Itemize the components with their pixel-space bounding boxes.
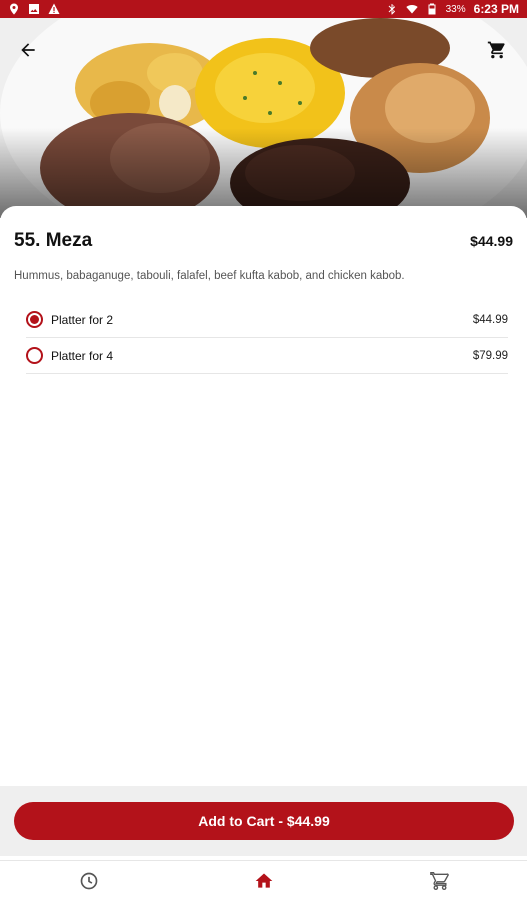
option-platter-for-4[interactable]: Platter for 4 $79.99 bbox=[26, 338, 508, 374]
add-to-cart-button[interactable]: Add to Cart - $44.99 bbox=[14, 802, 514, 840]
battery-icon bbox=[426, 3, 438, 15]
status-bar: 33% 6:23 PM bbox=[0, 0, 527, 18]
home-icon bbox=[255, 873, 273, 888]
warning-icon bbox=[48, 3, 60, 15]
image-icon bbox=[28, 3, 40, 15]
radio-selected-icon[interactable] bbox=[26, 311, 43, 328]
battery-level: 33% bbox=[445, 3, 466, 15]
status-time: 6:23 PM bbox=[473, 2, 519, 16]
tab-home[interactable] bbox=[254, 871, 274, 891]
bottom-navigation bbox=[0, 860, 527, 900]
option-label: Platter for 2 bbox=[51, 312, 114, 327]
size-options: Platter for 2 $44.99 Platter for 4 $79.9… bbox=[26, 302, 508, 374]
wifi-icon bbox=[405, 3, 418, 15]
back-button[interactable] bbox=[14, 36, 42, 64]
cart-icon bbox=[487, 41, 505, 59]
arrow-left-icon bbox=[21, 43, 35, 57]
cart-button[interactable] bbox=[483, 36, 511, 64]
item-description: Hummus, babaganuge, tabouli, falafel, be… bbox=[14, 270, 405, 282]
clock-icon bbox=[80, 872, 98, 890]
item-title: 55. Meza bbox=[14, 230, 93, 251]
tab-cart[interactable] bbox=[430, 871, 450, 891]
item-header: 55. Meza $44.99 bbox=[14, 230, 513, 252]
option-platter-for-2[interactable]: Platter for 2 $44.99 bbox=[26, 302, 508, 338]
item-price: $44.99 bbox=[470, 233, 513, 249]
tab-orders[interactable] bbox=[79, 871, 99, 891]
bluetooth-icon bbox=[386, 3, 398, 15]
option-label: Platter for 4 bbox=[51, 348, 114, 363]
item-photo bbox=[0, 18, 527, 218]
cart-icon bbox=[430, 872, 449, 891]
item-detail-sheet: 55. Meza $44.99 Hummus, babaganuge, tabo… bbox=[0, 206, 527, 786]
option-price: $79.99 bbox=[472, 349, 508, 362]
radio-unselected-icon[interactable] bbox=[26, 347, 43, 364]
location-icon bbox=[8, 3, 20, 15]
add-to-cart-bar: Add to Cart - $44.99 bbox=[0, 786, 527, 856]
option-price: $44.99 bbox=[472, 313, 508, 326]
